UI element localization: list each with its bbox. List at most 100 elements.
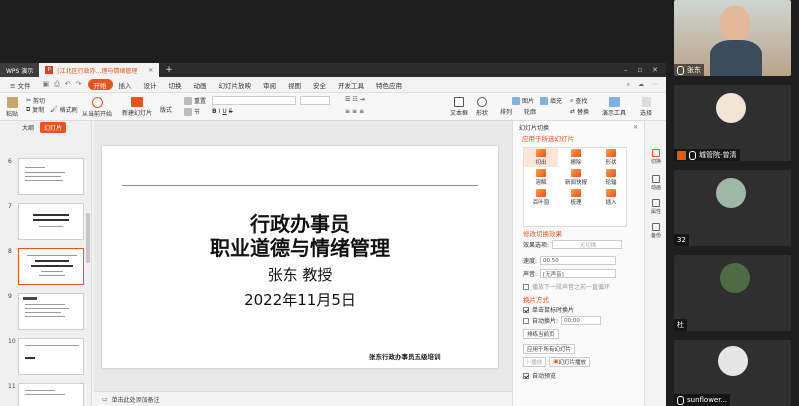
auto-preview-checkbox[interactable] bbox=[523, 372, 529, 379]
participant-tile[interactable]: 张东 bbox=[674, 0, 791, 76]
slide-thumbnail-selected[interactable] bbox=[18, 248, 84, 285]
maximize-icon[interactable]: ▫ bbox=[637, 66, 642, 74]
slide-thumbnail-row[interactable]: 7 bbox=[4, 203, 86, 241]
slide-thumbnail-row[interactable]: 6 bbox=[4, 158, 86, 196]
from-current-button[interactable]: 从当前开始 bbox=[82, 97, 112, 118]
close-icon[interactable]: ✕ bbox=[652, 66, 658, 74]
textbox-button[interactable]: 文本框 bbox=[450, 97, 468, 117]
tab-animation[interactable]: 动画 bbox=[188, 77, 213, 93]
slide-thumbnail-row[interactable]: 8 bbox=[4, 248, 86, 286]
sound-select[interactable]: [无声音] bbox=[540, 269, 617, 278]
replace-button[interactable]: ⇄ 替换 bbox=[570, 107, 589, 116]
slide-footer[interactable]: 张东行政办事员五级培训 bbox=[369, 351, 441, 361]
picture-button[interactable]: 图片 bbox=[512, 96, 534, 105]
rehearse-button[interactable]: 排练当前页 bbox=[523, 329, 559, 339]
tab-developer[interactable]: 开发工具 bbox=[332, 77, 370, 93]
auto-preview-row[interactable]: 自动预览 bbox=[523, 371, 556, 380]
copy-button[interactable]: ⧉ 复制 bbox=[26, 105, 44, 115]
pane-close-icon[interactable]: ✕ bbox=[633, 124, 638, 131]
effect-comb[interactable]: 梳理 bbox=[559, 188, 593, 207]
effect-option-select[interactable]: 无切换 bbox=[552, 240, 623, 249]
effect-shape[interactable]: 形状 bbox=[594, 148, 628, 167]
slide-thumbnail[interactable] bbox=[18, 338, 84, 375]
apply-all-button[interactable]: 应用于所有幻灯片 bbox=[523, 344, 576, 354]
document-tab[interactable]: P [江北区行政办...理与情绪管理 ✕ bbox=[39, 63, 160, 77]
tab-transition[interactable]: 切换 bbox=[163, 77, 188, 93]
slide-date[interactable]: 2022年11月5日 bbox=[102, 289, 498, 310]
slide-thumbnail[interactable] bbox=[18, 203, 84, 240]
loop-sound-checkbox[interactable] bbox=[523, 283, 529, 290]
minimize-icon[interactable]: – bbox=[624, 66, 628, 74]
tab-slideshow[interactable]: 幻灯片放映 bbox=[213, 77, 258, 93]
new-slide-button[interactable]: 新建幻灯片 bbox=[122, 97, 152, 117]
more-icon[interactable]: ⋯ bbox=[652, 81, 658, 89]
file-menu[interactable]: ≡ 文件 bbox=[4, 77, 37, 93]
new-tab-icon[interactable]: + bbox=[165, 65, 173, 75]
loop-sound-row[interactable]: 播放下一段声音之前一直循环 bbox=[523, 282, 610, 291]
italic-icon[interactable]: I bbox=[219, 108, 221, 115]
effect-insert[interactable]: 插入 bbox=[594, 188, 628, 207]
save-icon[interactable]: ▣ bbox=[43, 80, 50, 89]
effect-cut[interactable]: 切出 bbox=[524, 148, 558, 167]
strikethrough-icon[interactable]: S bbox=[229, 108, 233, 115]
redo-icon[interactable]: ↷ bbox=[76, 80, 82, 89]
participant-tile[interactable]: 杜 bbox=[674, 255, 791, 331]
shape-button[interactable]: 形状 bbox=[476, 97, 488, 117]
align-left-icon[interactable]: ≡ bbox=[345, 108, 350, 115]
tab-view[interactable]: 视图 bbox=[282, 77, 307, 93]
cloud-icon[interactable]: ☁ bbox=[638, 81, 644, 89]
tab-design[interactable]: 设计 bbox=[138, 77, 163, 93]
cut-button[interactable]: ✂ 剪切 bbox=[26, 96, 45, 105]
tab-insert[interactable]: 插入 bbox=[113, 77, 138, 93]
effect-dissolve[interactable]: 溶解 bbox=[524, 168, 558, 187]
outline-button[interactable]: 轮廓 bbox=[524, 107, 536, 116]
participant-tile[interactable]: 城管院-曾清 bbox=[674, 85, 791, 161]
slide-thumbnail[interactable] bbox=[18, 293, 84, 330]
undo-icon[interactable]: ↶ bbox=[65, 80, 71, 89]
slide-thumbnail[interactable] bbox=[18, 383, 84, 406]
slide-title-line-2[interactable]: 职业道德与情绪管理 bbox=[102, 232, 498, 261]
effect-wheel[interactable]: 轮辐 bbox=[594, 168, 628, 187]
auto-advance-time-input[interactable]: 00:00 bbox=[561, 316, 602, 325]
select-button[interactable]: 选择 bbox=[640, 97, 652, 117]
slide-thumbnail[interactable] bbox=[18, 158, 84, 195]
bold-icon[interactable]: B bbox=[212, 108, 217, 115]
play-button[interactable]: ▷ 播放 bbox=[523, 357, 547, 367]
font-size-select[interactable] bbox=[300, 96, 330, 105]
print-icon[interactable]: ⎙ bbox=[54, 80, 60, 89]
tab-start[interactable]: 开始 bbox=[87, 79, 113, 90]
speed-input[interactable]: 00.50 bbox=[540, 256, 617, 265]
strip-transition[interactable]: 切换 bbox=[647, 149, 665, 165]
numbering-icon[interactable]: ☷ bbox=[352, 96, 357, 103]
effect-newsflash[interactable]: 新闻快报 bbox=[559, 168, 593, 187]
auto-advance-checkbox[interactable] bbox=[523, 317, 529, 324]
section-button[interactable]: 节 bbox=[184, 107, 200, 116]
on-click-row[interactable]: 单击鼠标时换片 bbox=[523, 305, 574, 314]
paste-button[interactable]: 粘贴 bbox=[6, 97, 18, 118]
search-icon[interactable]: ⌕ bbox=[627, 81, 630, 89]
app-tab[interactable]: WPS 演示 bbox=[0, 63, 40, 77]
format-painter-button[interactable]: 🖌 格式刷 bbox=[50, 105, 78, 114]
participant-tile[interactable]: 32 bbox=[674, 170, 791, 246]
fill-button[interactable]: 填充 bbox=[540, 96, 562, 105]
align-center-icon[interactable]: ≡ bbox=[352, 108, 357, 115]
slide-show-button[interactable]: ▣ 幻灯片播放 bbox=[549, 357, 590, 367]
current-slide[interactable]: 行政办事员 职业道德与情绪管理 张东 教授 2022年11月5日 张东行政办事员… bbox=[102, 146, 498, 368]
effect-blinds[interactable]: 百叶窗 bbox=[524, 188, 558, 207]
font-family-select[interactable] bbox=[212, 96, 296, 105]
align-right-icon[interactable]: ≡ bbox=[359, 108, 364, 115]
strip-backup[interactable]: 备份 bbox=[647, 223, 665, 239]
indent-icon[interactable]: ⇥ bbox=[360, 96, 365, 103]
slide-thumbnail-row[interactable]: 11 bbox=[4, 383, 86, 406]
slides-panel-scrollbar[interactable] bbox=[86, 213, 90, 263]
arrange-button[interactable]: 排列 bbox=[500, 107, 512, 116]
tab-review[interactable]: 审阅 bbox=[257, 77, 282, 93]
find-button[interactable]: ⌕ 查找 bbox=[570, 96, 587, 106]
underline-icon[interactable]: U bbox=[222, 108, 226, 115]
notes-bar[interactable]: ▭ 单击此处添加备注 bbox=[94, 391, 512, 406]
close-tab-icon[interactable]: ✕ bbox=[148, 67, 153, 74]
slide-thumbnail-row[interactable]: 9 bbox=[4, 293, 86, 331]
participant-tile[interactable]: sunflower... bbox=[674, 340, 791, 406]
slide-thumbnail-row[interactable]: 10 bbox=[4, 338, 86, 376]
bullets-icon[interactable]: ☰ bbox=[345, 96, 350, 103]
